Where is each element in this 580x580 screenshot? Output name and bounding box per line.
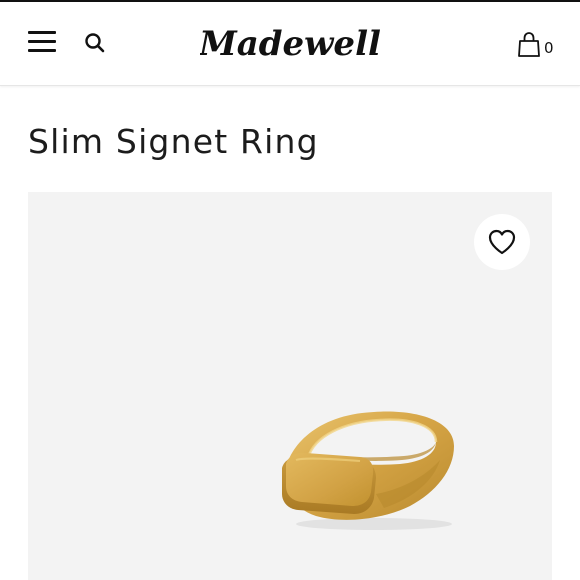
cart-button[interactable]: 0 xyxy=(515,31,559,61)
site-header: Madewell 0 xyxy=(0,2,580,86)
heart-icon xyxy=(488,229,516,255)
gold-ring-image xyxy=(282,411,454,530)
product-image[interactable] xyxy=(28,192,552,580)
search-icon xyxy=(85,33,105,53)
madewell-logo: Madewell xyxy=(198,24,381,64)
menu-icon-bar xyxy=(28,49,56,52)
brand-logo[interactable]: Madewell xyxy=(198,18,381,70)
brand-logo-text: Madewell xyxy=(200,24,380,64)
product-title: Slim Signet Ring xyxy=(28,122,319,161)
wishlist-button[interactable] xyxy=(474,214,530,270)
shopping-bag-icon xyxy=(518,32,540,57)
menu-icon-bar xyxy=(28,40,56,43)
menu-button[interactable] xyxy=(26,28,58,56)
product-page: Madewell 0 Slim Signet Ring xyxy=(0,0,580,580)
cart-count: 0 xyxy=(544,39,554,57)
menu-icon-bar xyxy=(28,31,56,34)
search-button[interactable] xyxy=(83,31,107,55)
